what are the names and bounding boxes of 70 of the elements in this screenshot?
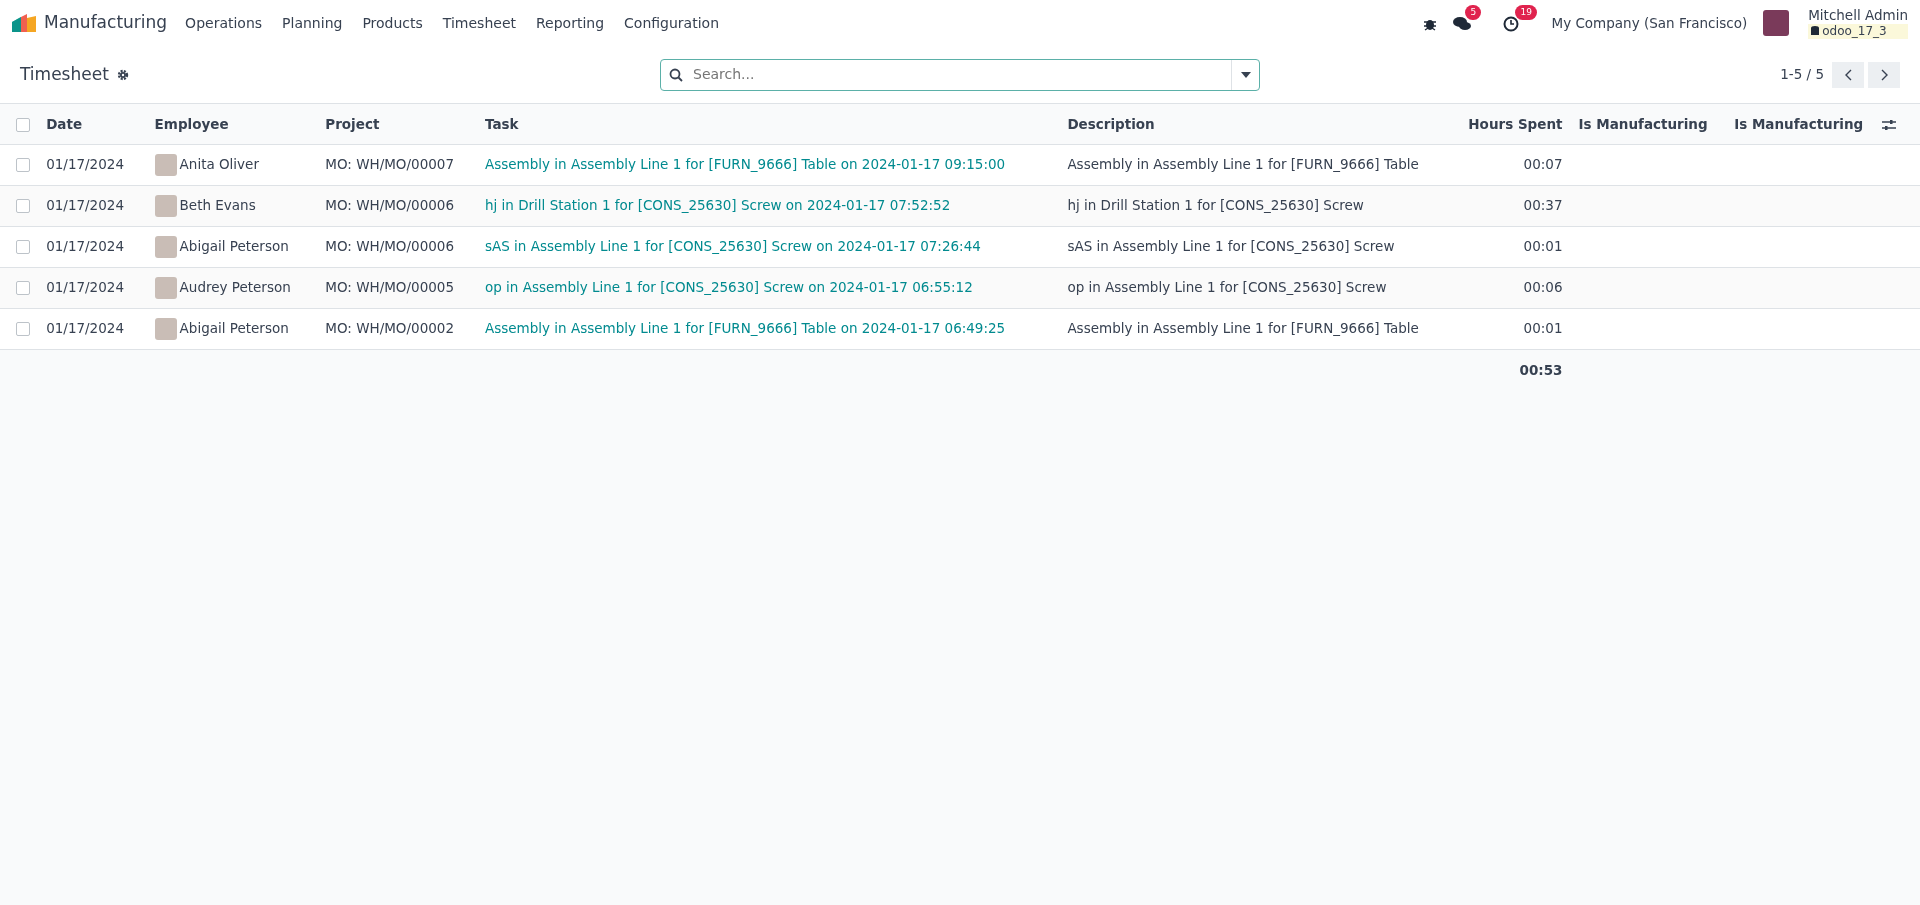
description-text: sAS in Assembly Line 1 for [CONS_25630] Screw [1067, 238, 1395, 255]
column-header[interactable]: Is Manufacturing [1578, 115, 1708, 132]
pager-value[interactable]: 1-5 / 5 [1780, 64, 1824, 85]
project-text: MO: WH/MO/00007 [325, 156, 454, 173]
hours-text: 00:01 [1523, 320, 1563, 337]
date-text: 01/17/2024 [46, 197, 124, 214]
checkbox[interactable] [16, 322, 30, 337]
avatar-placeholder [154, 317, 177, 340]
menu-item[interactable]: Products [352, 12, 433, 34]
menu-item[interactable]: Timesheet [432, 12, 526, 34]
avatar-placeholder [154, 153, 177, 176]
date-text: 01/17/2024 [46, 156, 124, 173]
app-logo-icon[interactable] [12, 12, 36, 34]
column-header[interactable]: Project [325, 115, 380, 132]
chevron-icon [1843, 68, 1853, 81]
total-hours: 00:53 [1519, 361, 1563, 378]
project-text: MO: WH/MO/00002 [325, 320, 454, 337]
column-header[interactable]: Task [484, 115, 519, 132]
project-text: MO: WH/MO/00006 [325, 238, 454, 255]
menu-item[interactable]: Planning [272, 12, 353, 34]
search-bar[interactable]: Search... [660, 58, 1260, 91]
hours-text: 00:06 [1523, 279, 1563, 296]
employee-name: Abigail Peterson [179, 319, 289, 336]
project-text: MO: WH/MO/00005 [325, 279, 454, 296]
checkbox[interactable] [16, 281, 30, 296]
caret-icon [1240, 72, 1251, 79]
column-header[interactable]: Is Manufacturing [1734, 115, 1864, 132]
menu-item[interactable]: Operations [175, 12, 273, 34]
avatar-placeholder [154, 276, 177, 299]
employee-name: Abigail Peterson [179, 237, 289, 254]
description-text: Assembly in Assembly Line 1 for [FURN_9666] Table [1067, 156, 1419, 173]
count-badge: 5 [1465, 4, 1482, 21]
checkbox[interactable] [16, 158, 30, 173]
page-title: Timesheet [20, 62, 109, 86]
date-text: 01/17/2024 [46, 279, 124, 296]
hours-text: 00:01 [1523, 238, 1563, 255]
column-header[interactable]: Description [1067, 115, 1155, 132]
checkbox[interactable] [16, 199, 30, 214]
column-header[interactable]: Date [46, 115, 83, 132]
next-button[interactable] [1868, 61, 1900, 88]
description-text: hj in Drill Station 1 for [CONS_25630] Screw [1067, 197, 1364, 214]
column-header[interactable]: Hours Spent [1468, 115, 1563, 132]
project-text: MO: WH/MO/00006 [325, 197, 454, 214]
employee-name: Audrey Peterson [179, 278, 291, 295]
checkbox[interactable] [16, 240, 30, 255]
menu-item[interactable]: Configuration [614, 12, 729, 34]
description-text: op in Assembly Line 1 for [CONS_25630] Screw [1067, 279, 1387, 296]
hours-text: 00:37 [1523, 197, 1563, 214]
employee-name: Anita Oliver [179, 155, 259, 172]
user-avatar[interactable] [1763, 10, 1790, 36]
checkbox[interactable] [16, 117, 30, 132]
count-badge: 19 [1515, 4, 1537, 21]
app-name[interactable]: Manufacturing [44, 10, 168, 36]
avatar-placeholder [154, 194, 177, 217]
hours-text: 00:07 [1523, 156, 1563, 173]
employee-name: Beth Evans [179, 196, 256, 213]
column-header[interactable]: Employee [154, 115, 229, 132]
menu-item[interactable]: Reporting [526, 12, 615, 34]
search-icon [669, 67, 683, 82]
description-text: Assembly in Assembly Line 1 for [FURN_9666] Table [1067, 320, 1419, 337]
previous-button[interactable] [1832, 61, 1864, 88]
date-text: 01/17/2024 [46, 238, 124, 255]
task-link[interactable]: op in Assembly Line 1 for [CONS_25630] Screw on 2024-01-17 06:55:12 [484, 279, 973, 296]
task-link[interactable]: hj in Drill Station 1 for [CONS_25630] Screw on 2024-01-17 07:52:52 [484, 197, 951, 214]
user-name[interactable]: Mitchell Admin [1808, 7, 1908, 24]
avatar-placeholder [154, 235, 177, 258]
date-text: 01/17/2024 [46, 320, 124, 337]
company-name[interactable]: My Company (San Francisco) [1551, 12, 1748, 34]
chevron-icon [1879, 68, 1889, 81]
database-badge: odoo_17_3 [1808, 23, 1908, 39]
